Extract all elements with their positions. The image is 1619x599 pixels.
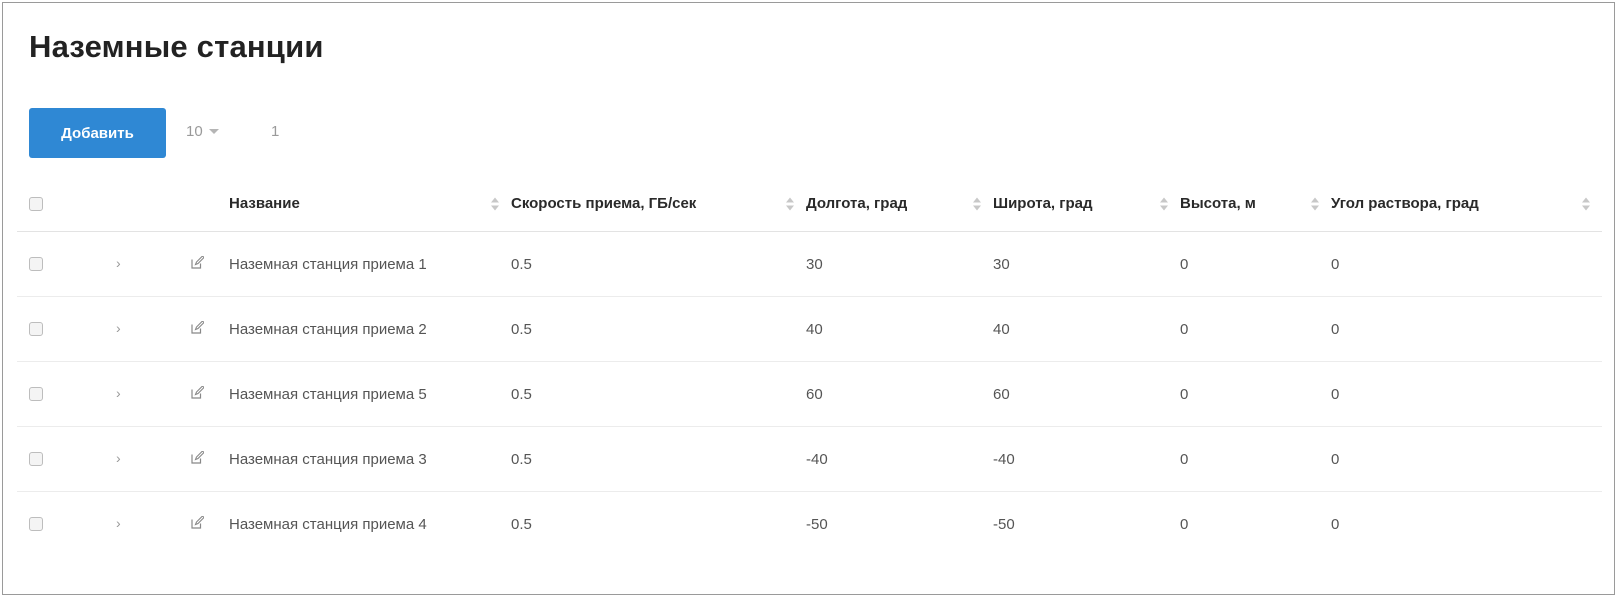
column-header-name[interactable]: Название: [229, 176, 511, 232]
page-number-link[interactable]: 1: [271, 123, 279, 140]
row-checkbox[interactable]: [29, 257, 43, 272]
page-size-select[interactable]: 10: [186, 123, 219, 140]
cell-latitude: 40: [993, 296, 1180, 362]
chevron-right-icon[interactable]: ›: [116, 515, 121, 531]
chevron-right-icon[interactable]: ›: [116, 385, 121, 401]
row-checkbox[interactable]: [29, 452, 43, 467]
column-header-longitude[interactable]: Долгота, град: [806, 176, 993, 232]
table-row: › Наземная станция приема 4 0.5 -50 -50 …: [17, 492, 1602, 557]
cell-speed: 0.5: [511, 361, 806, 427]
table-row: › Наземная станция приема 2 0.5 40 40 0 …: [17, 296, 1602, 362]
cell-longitude: -50: [806, 515, 828, 533]
cell-altitude: 0: [1180, 426, 1331, 492]
column-header-latitude[interactable]: Широта, град: [993, 176, 1180, 232]
row-controls-cell: ›: [17, 492, 229, 557]
cell-name: Наземная станция приема 1: [229, 231, 511, 297]
sort-icon[interactable]: [786, 197, 794, 210]
cell-speed: 0.5: [511, 426, 806, 492]
row-controls-cell: ›: [17, 361, 229, 427]
row-checkbox[interactable]: [29, 322, 43, 337]
row-controls-cell: ›: [17, 231, 229, 297]
sort-icon[interactable]: [1582, 197, 1590, 210]
chevron-right-icon[interactable]: ›: [116, 450, 121, 466]
edit-icon[interactable]: [191, 319, 205, 338]
column-header-label: Название: [229, 195, 300, 212]
toolbar: Добавить 10 1: [29, 108, 329, 158]
column-header-label: Широта, град: [993, 195, 1093, 212]
column-header-label: Долгота, град: [806, 195, 908, 212]
cell-altitude: 0: [1180, 515, 1189, 533]
cell-aperture: 0: [1331, 426, 1602, 492]
row-controls-cell: ›: [17, 426, 229, 492]
cell-speed: 0.5: [511, 231, 806, 297]
row-checkbox[interactable]: [29, 517, 43, 532]
table-row: › Наземная станция приема 3 0.5 -40 -40 …: [17, 426, 1602, 492]
table-row: › Наземная станция приема 5 0.5 60 60 0 …: [17, 361, 1602, 427]
header-select-cell: [17, 176, 229, 232]
edit-icon[interactable]: [191, 384, 205, 403]
cell-longitude: 40: [806, 296, 993, 362]
cell-altitude: 0: [1180, 231, 1331, 297]
cell-name: Наземная станция приема 4: [229, 515, 427, 533]
page-size-value: 10: [186, 123, 203, 140]
cell-aperture: 0: [1331, 231, 1602, 297]
table-row: › Наземная станция приема 1 0.5 30 30 0 …: [17, 231, 1602, 297]
column-header-speed[interactable]: Скорость приема, ГБ/сек: [511, 176, 806, 232]
cell-longitude: 60: [806, 361, 993, 427]
cell-aperture: 0: [1331, 515, 1340, 533]
sort-icon[interactable]: [1311, 197, 1319, 210]
cell-latitude: 60: [993, 361, 1180, 427]
column-header-altitude[interactable]: Высота, м: [1180, 176, 1331, 232]
stations-table: Название Скорость приема, ГБ/сек Долгота…: [17, 176, 1602, 556]
cell-name: Наземная станция приема 3: [229, 426, 511, 492]
chevron-right-icon[interactable]: ›: [116, 320, 121, 336]
edit-icon[interactable]: [191, 449, 205, 468]
cell-altitude: 0: [1180, 361, 1331, 427]
cell-latitude: -40: [993, 426, 1180, 492]
cell-name: Наземная станция приема 5: [229, 361, 511, 427]
row-controls-cell: ›: [17, 296, 229, 362]
column-header-label: Угол раствора, град: [1331, 195, 1479, 212]
page-frame: Наземные станции Добавить 10 1 Название: [2, 2, 1615, 595]
column-header-aperture[interactable]: Угол раствора, град: [1331, 176, 1602, 232]
table-header-row: Название Скорость приема, ГБ/сек Долгота…: [17, 176, 1602, 232]
cell-latitude: -50: [993, 515, 1015, 533]
cell-latitude: 30: [993, 231, 1180, 297]
cell-speed: 0.5: [511, 515, 532, 533]
cell-altitude: 0: [1180, 296, 1331, 362]
sort-icon[interactable]: [973, 197, 981, 210]
select-all-checkbox[interactable]: [29, 197, 43, 212]
cell-name: Наземная станция приема 2: [229, 296, 511, 362]
cell-speed: 0.5: [511, 296, 806, 362]
row-checkbox[interactable]: [29, 387, 43, 402]
column-header-label: Высота, м: [1180, 195, 1256, 212]
cell-aperture: 0: [1331, 361, 1602, 427]
add-button[interactable]: Добавить: [29, 108, 166, 158]
sort-icon[interactable]: [491, 197, 499, 210]
cell-aperture: 0: [1331, 296, 1602, 362]
chevron-right-icon[interactable]: ›: [116, 255, 121, 271]
edit-icon[interactable]: [191, 514, 205, 533]
caret-down-icon: [208, 129, 219, 134]
column-header-label: Скорость приема, ГБ/сек: [511, 195, 697, 212]
cell-longitude: 30: [806, 231, 993, 297]
edit-icon[interactable]: [191, 254, 205, 273]
page-title: Наземные станции: [29, 29, 324, 64]
cell-longitude: -40: [806, 426, 993, 492]
sort-icon[interactable]: [1160, 197, 1168, 210]
